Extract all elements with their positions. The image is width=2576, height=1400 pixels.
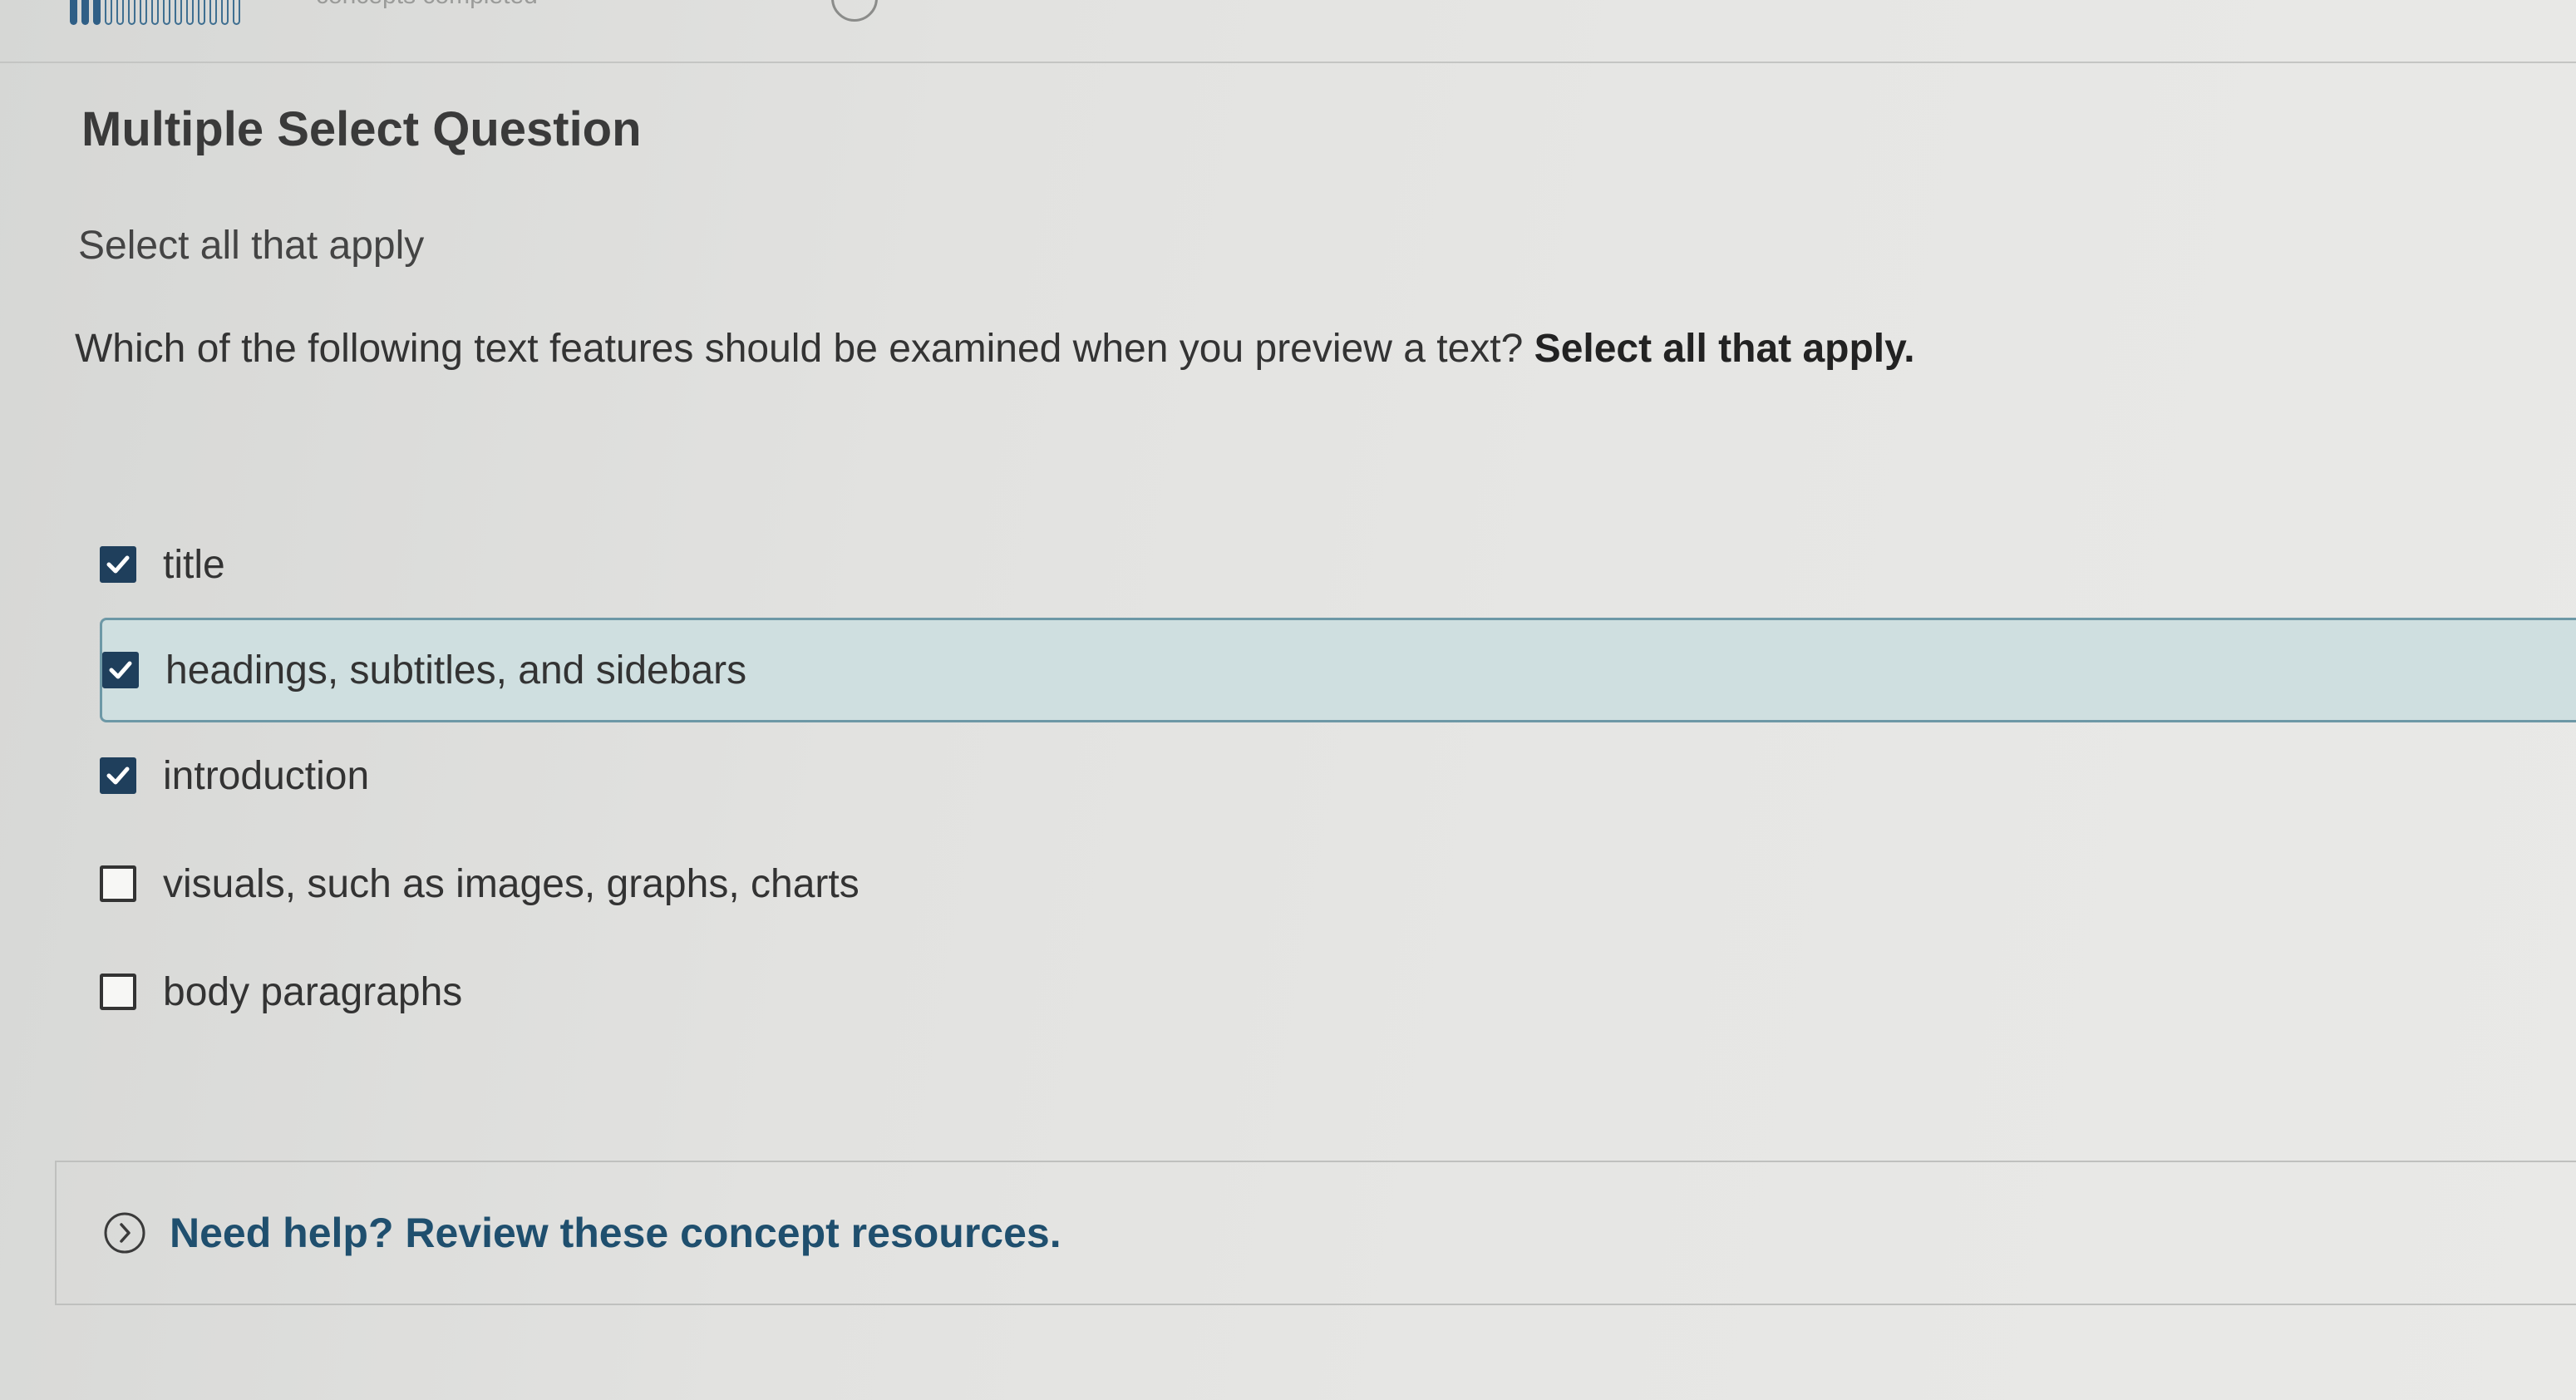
concept-progress-bar	[70, 0, 240, 27]
progress-segment	[233, 0, 240, 25]
concept-resources-link[interactable]: Need help? Review these concept resource…	[170, 1209, 1061, 1257]
progress-segment	[93, 0, 101, 25]
chevron-right-circle-icon[interactable]	[103, 1211, 146, 1255]
answer-option-label: visuals, such as images, graphs, charts	[163, 861, 859, 906]
top-progress-bar-area: concepts completed	[0, 0, 2576, 63]
progress-segment	[186, 0, 194, 25]
progress-segment	[209, 0, 217, 25]
progress-segment	[151, 0, 159, 25]
answer-option-label: introduction	[163, 753, 370, 798]
answer-option-visuals[interactable]: visuals, such as images, graphs, charts	[100, 831, 2576, 936]
answer-option-label: headings, subtitles, and sidebars	[165, 648, 747, 693]
answer-option-body-paragraphs[interactable]: body paragraphs	[100, 939, 2576, 1044]
progress-segment	[221, 0, 229, 25]
checkbox[interactable]	[100, 865, 136, 902]
answer-option-headings[interactable]: headings, subtitles, and sidebars	[100, 618, 2576, 722]
question-prompt-emphasis: Select all that apply.	[1534, 327, 1915, 371]
progress-segment	[116, 0, 124, 25]
checkmark-icon	[106, 767, 130, 785]
answer-option-title[interactable]: title	[100, 512, 2576, 617]
checkmark-icon	[106, 555, 130, 574]
progress-segment	[70, 0, 77, 25]
question-type-heading: Multiple Select Question	[81, 102, 642, 156]
progress-label: concepts completed	[316, 0, 538, 10]
progress-segment	[175, 0, 182, 25]
question-prompt-text: Which of the following text features sho…	[75, 327, 1524, 371]
answer-option-introduction[interactable]: introduction	[100, 723, 2576, 828]
info-circle-icon[interactable]	[831, 0, 878, 22]
progress-segment	[128, 0, 135, 25]
progress-segment	[163, 0, 170, 25]
progress-segment	[81, 0, 89, 25]
answer-option-label: title	[163, 542, 225, 587]
checkbox[interactable]	[100, 546, 136, 583]
progress-segment	[198, 0, 205, 25]
progress-segment	[105, 0, 112, 25]
checkbox[interactable]	[102, 652, 139, 688]
question-prompt: Which of the following text features sho…	[75, 326, 1915, 372]
checkbox[interactable]	[100, 974, 136, 1010]
answer-option-label: body paragraphs	[163, 969, 463, 1014]
checkbox[interactable]	[100, 757, 136, 794]
concept-resources-panel[interactable]: Need help? Review these concept resource…	[55, 1161, 2576, 1305]
checkmark-icon	[109, 661, 132, 679]
question-instruction: Select all that apply	[78, 224, 425, 268]
progress-segment	[140, 0, 147, 25]
